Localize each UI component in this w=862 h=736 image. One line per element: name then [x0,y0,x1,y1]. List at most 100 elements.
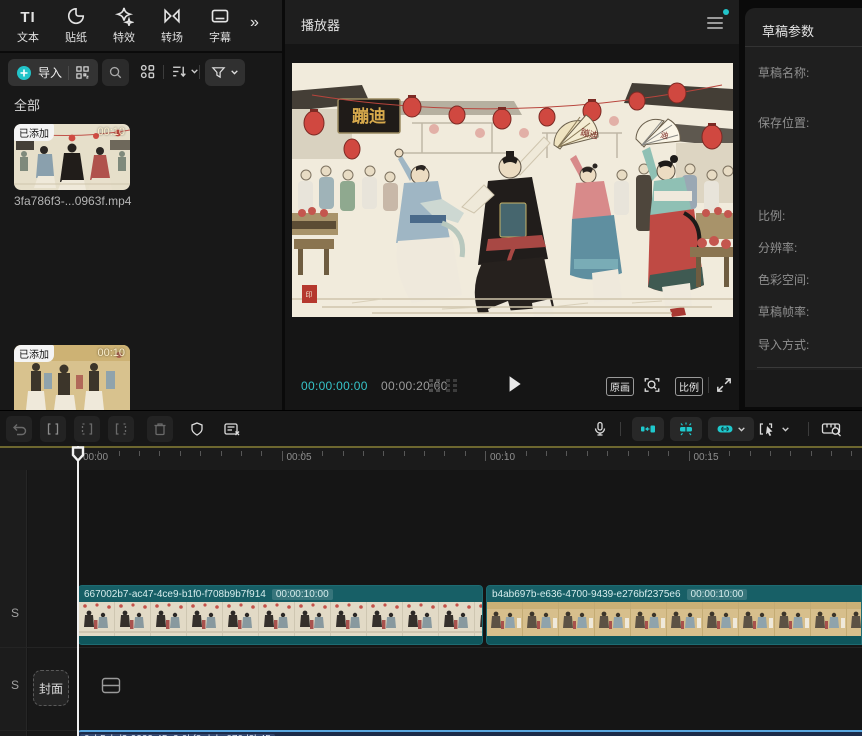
delete-captions-button[interactable] [219,416,245,442]
playhead-line[interactable] [77,446,79,736]
caption-icon [196,6,244,28]
field-save-location: 保存位置: [758,114,809,131]
undo-button[interactable] [6,416,32,442]
media-duration: 00:10 [97,347,125,359]
snap-toggle[interactable] [632,417,664,441]
ruler-label: 00:00 [83,452,108,463]
preview-frames-icon-2[interactable] [445,378,458,392]
tab-text[interactable]: TI 文本 [4,6,52,45]
record-voiceover-button[interactable] [587,416,613,442]
timeline-section: 00:00 00:05 00:10 00:15 S S S 封面 667002b7-a… [0,410,862,736]
video-editor-app: TI 文本 贴纸 特效 转场 字幕 » [0,0,862,736]
link-preview-toggle[interactable] [708,417,754,441]
media-filter-all-tab[interactable]: 全部 [14,95,40,114]
tab-transitions[interactable]: 转场 [148,6,196,45]
video-clip-header: b4ab697b-e636-4700-9439-e276bf2375e6 00:… [487,586,861,602]
player-controls: 00:00:00:00 00:00:20:00 原画 比例 [285,360,739,410]
timeline-toolbar [0,410,862,446]
select-mode-button[interactable] [758,420,790,438]
tab-effects[interactable]: 特效 [100,6,148,45]
field-draft-name: 草稿名称: [758,64,809,81]
track-toggle-s[interactable]: S [8,678,22,692]
trim-right-button[interactable] [108,416,134,442]
track-toggle-s[interactable]: S [8,606,22,620]
draft-params-panel: 草稿参数 草稿名称: 保存位置: 比例: 分辨率: 色彩空间: 草稿帧率: 导入… [745,8,862,407]
timeline-zoom-button[interactable] [821,420,843,438]
field-color-space: 色彩空间: [758,271,809,288]
track-header-column: S S S [0,470,27,736]
player-menu-button[interactable] [707,17,723,29]
original-quality-button[interactable]: 原画 [606,377,634,396]
field-import-mode: 导入方式: [758,336,809,353]
grid-view-icon[interactable] [139,63,156,80]
draft-params-title: 草稿参数 [762,21,814,40]
search-icon [108,65,123,80]
cover-frame-icon[interactable] [101,677,121,699]
player-header: 播放器 [285,0,739,44]
text-icon: TI [4,6,52,28]
snap-icon [640,422,656,436]
video-clip-1[interactable]: 667002b7-ac47-4ce9-b1f0-f708b9b7f914 00:… [78,585,483,645]
ruler-label: 00:10 [490,452,515,463]
field-frame-rate: 草稿帧率: [758,303,809,320]
fullscreen-icon[interactable] [715,376,733,394]
trim-left-button[interactable] [74,416,100,442]
chevron-down-icon [737,425,746,434]
import-button[interactable]: 导入 [8,59,98,86]
svg-text:蹦迪: 蹦迪 [352,106,386,126]
video-clip-2[interactable]: b4ab697b-e636-4700-9439-e276bf2375e6 00:… [486,585,862,645]
chevron-down-icon [190,67,199,76]
tab-sticker[interactable]: 贴纸 [52,6,100,45]
audio-clip[interactable]: 0cb5cbd3-9223-45a3-9bf3-dabc070d3b45 [78,730,862,736]
play-button[interactable] [505,374,523,394]
filter-button[interactable] [205,59,245,86]
chevron-down-icon [781,425,790,434]
video-preview[interactable]: 蹦迪 [292,63,733,317]
link-icon [716,422,734,436]
player-title: 播放器 [301,15,340,34]
delete-button[interactable] [147,416,173,442]
media-library-panel: 导入 全部 [0,53,282,410]
preview-frames-icon[interactable] [428,378,441,392]
svg-text:印: 印 [306,291,313,299]
plus-circle-icon [16,65,32,81]
notification-dot [723,9,729,15]
mask-button[interactable] [184,416,210,442]
preview-zoom-icon[interactable] [643,376,661,394]
sticker-icon [52,6,100,28]
field-ratio: 比例: [758,207,785,224]
ruler-label: 00:05 [287,452,312,463]
aspect-ratio-button[interactable]: 比例 [675,377,703,396]
chevron-down-icon [230,68,239,77]
draft-panel-footer [745,370,862,407]
filter-funnel-icon [211,65,226,80]
sparkle-icon [100,6,148,28]
ruler-label: 00:15 [694,452,719,463]
media-item-name: 3fa786f3-...0963f.mp4 [14,194,131,208]
media-item-thumbnail[interactable]: 已添加 00:10 [14,345,130,410]
current-time: 00:00:00:00 [301,379,368,393]
filmstrip [79,602,482,636]
cover-button[interactable]: 封面 [33,670,69,706]
filmstrip [487,602,861,636]
added-badge: 已添加 [14,124,54,141]
media-duration: 00:10 [97,126,125,138]
tab-captions[interactable]: 字幕 [196,6,244,45]
beat-marker-icon [677,421,695,437]
audio-clip-header: 0cb5cbd3-9223-45a3-9bf3-dabc070d3b45 [78,732,862,736]
media-item-thumbnail[interactable]: 已添加 00:10 [14,124,130,190]
timeline-ruler[interactable]: 00:00 00:05 00:10 00:15 [0,448,862,470]
playhead-handle[interactable] [71,446,85,468]
added-badge: 已添加 [14,345,54,362]
toolbar-expand-button[interactable]: » [250,14,257,32]
search-button[interactable] [102,59,129,86]
player-panel: 播放器 蹦迪 [285,0,739,410]
split-clip-button[interactable] [40,416,66,442]
qr-import-icon[interactable] [75,65,90,80]
video-clip-header: 667002b7-ac47-4ce9-b1f0-f708b9b7f914 00:… [79,586,482,602]
timeline-tracks: S S S 封面 667002b7-ac47-4ce9-b1f0-f708b9b… [0,470,862,736]
transition-icon [148,6,196,28]
sort-icon[interactable] [171,63,199,80]
asset-type-toolbar: TI 文本 贴纸 特效 转场 字幕 » [0,0,282,52]
auto-beat-toggle[interactable] [670,417,702,441]
